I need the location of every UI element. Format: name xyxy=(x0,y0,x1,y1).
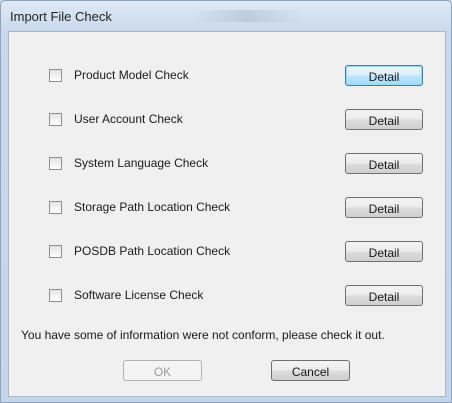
import-file-check-dialog: Import File Check Product Model Check De… xyxy=(0,0,452,403)
system-language-check-label: System Language Check xyxy=(74,156,209,170)
posdb-path-detail-button[interactable]: Detail xyxy=(345,241,423,262)
check-row-storage-path: Storage Path Location Check Detail xyxy=(9,196,445,220)
ok-button[interactable]: OK xyxy=(123,360,202,381)
posdb-path-check-label: POSDB Path Location Check xyxy=(74,244,231,258)
storage-path-check-label: Storage Path Location Check xyxy=(74,200,231,214)
check-row-user-account: User Account Check Detail xyxy=(9,108,445,132)
software-license-checkbox[interactable] xyxy=(49,289,62,302)
storage-path-checkbox[interactable] xyxy=(49,201,62,214)
posdb-path-checkbox[interactable] xyxy=(49,245,62,258)
user-account-checkbox[interactable] xyxy=(49,113,62,126)
software-license-check-label: Software License Check xyxy=(74,288,204,302)
check-row-system-language: System Language Check Detail xyxy=(9,152,445,176)
check-row-product-model: Product Model Check Detail xyxy=(9,64,445,88)
check-row-posdb-path: POSDB Path Location Check Detail xyxy=(9,240,445,264)
storage-path-detail-button[interactable]: Detail xyxy=(345,197,423,218)
product-model-detail-button[interactable]: Detail xyxy=(345,65,423,86)
system-language-checkbox[interactable] xyxy=(49,157,62,170)
check-row-software-license: Software License Check Detail xyxy=(9,284,445,308)
user-account-check-label: User Account Check xyxy=(74,112,183,126)
system-language-detail-button[interactable]: Detail xyxy=(345,153,423,174)
title-bar-glass-decoration xyxy=(191,10,301,22)
dialog-content: Product Model Check Detail User Account … xyxy=(8,31,446,397)
user-account-detail-button[interactable]: Detail xyxy=(345,109,423,130)
window-title: Import File Check xyxy=(10,9,112,24)
status-message: You have some of information were not co… xyxy=(21,328,385,342)
product-model-checkbox[interactable] xyxy=(49,69,62,82)
cancel-button[interactable]: Cancel xyxy=(271,360,350,381)
title-bar[interactable]: Import File Check xyxy=(1,1,451,31)
product-model-check-label: Product Model Check xyxy=(74,68,189,82)
software-license-detail-button[interactable]: Detail xyxy=(345,285,423,306)
